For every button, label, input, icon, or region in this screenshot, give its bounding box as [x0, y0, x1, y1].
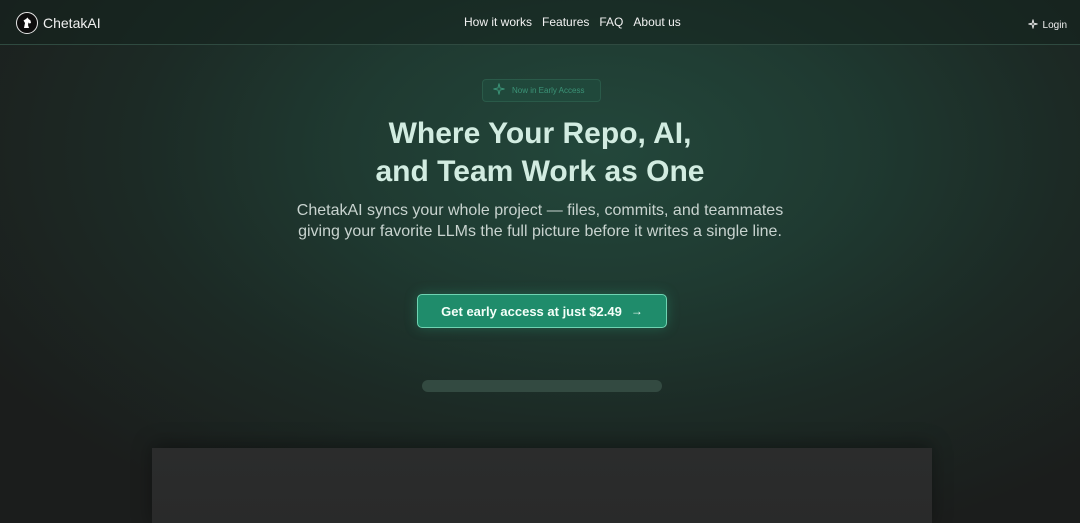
nav-link-faq[interactable]: FAQ: [599, 15, 623, 29]
subtitle-line-2: giving your favorite LLMs the full pictu…: [298, 223, 782, 240]
sparkle-icon: [1027, 16, 1038, 34]
nav-link-about-us[interactable]: About us: [633, 15, 680, 29]
subtitle-line-1: ChetakAI syncs your whole project — file…: [296, 202, 784, 219]
login-button[interactable]: Login: [1027, 16, 1067, 34]
arrow-right-icon: →: [630, 304, 643, 318]
brand-name: ChetakAI: [43, 14, 101, 31]
badge-label: Now in Early Access: [512, 86, 585, 95]
hero-headline: Where Your Repo, AI, and Team Work as On…: [0, 115, 1080, 191]
top-nav: ChetakAI How it works Features FAQ About…: [0, 0, 1080, 45]
cta-label: Get early access at just $2.49: [441, 303, 622, 319]
nav-link-features[interactable]: Features: [542, 15, 589, 29]
product-preview-panel: [152, 448, 932, 523]
sparkle-icon: [493, 82, 505, 100]
early-access-badge: Now in Early Access: [482, 79, 601, 102]
hero-subtitle: ChetakAI syncs your whole project — file…: [0, 200, 1080, 242]
get-early-access-button[interactable]: Get early access at just $2.49 →: [417, 294, 667, 328]
headline-line-2: and Team Work as One: [375, 155, 705, 188]
nav-links: How it works Features FAQ About us: [464, 15, 681, 29]
loading-placeholder-bar: [422, 380, 662, 392]
horse-head-icon: [16, 11, 38, 34]
brand[interactable]: ChetakAI: [16, 11, 101, 34]
headline-line-1: Where Your Repo, AI,: [388, 117, 692, 150]
login-label: Login: [1042, 19, 1067, 31]
nav-link-how-it-works[interactable]: How it works: [464, 15, 532, 29]
landing-page: ChetakAI How it works Features FAQ About…: [0, 0, 1080, 523]
